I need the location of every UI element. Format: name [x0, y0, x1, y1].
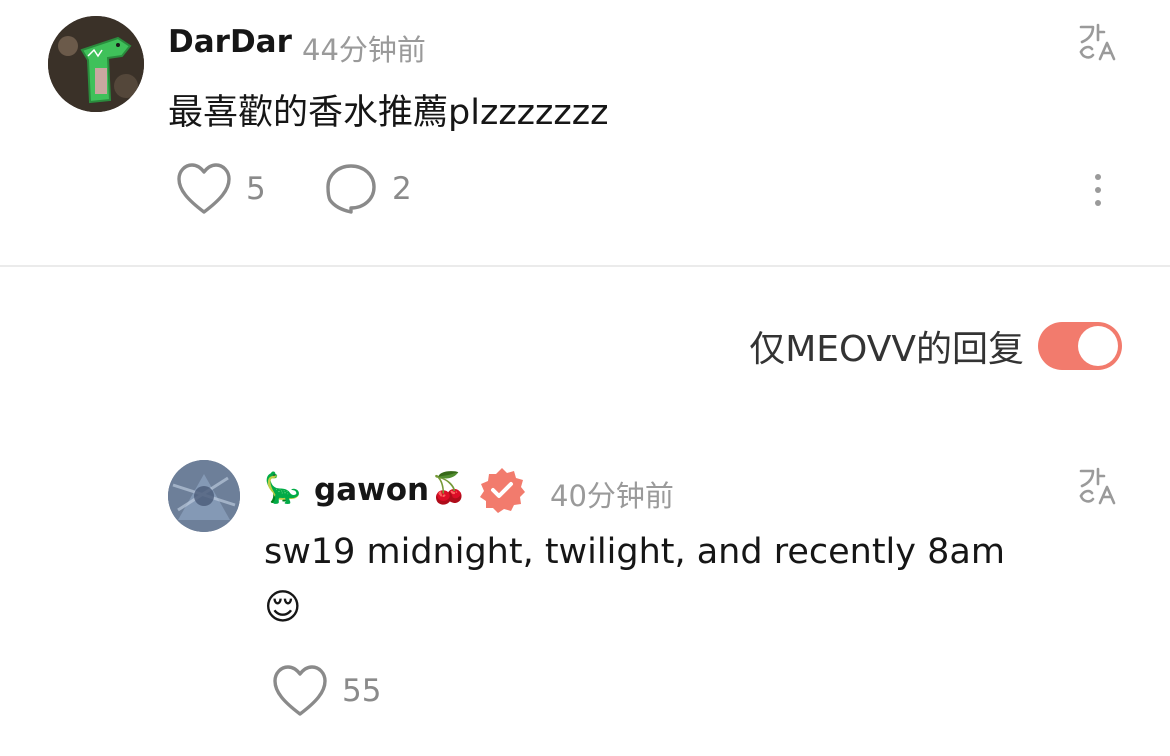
relieved-face-emoji: 😌 — [264, 587, 302, 628]
comment-timestamp: 44分钟前 — [302, 33, 426, 67]
translate-icon[interactable] — [1078, 22, 1118, 62]
reply-avatar[interactable] — [168, 460, 240, 532]
toggle-knob — [1078, 326, 1118, 366]
like-count: 5 — [246, 171, 266, 207]
comment-text: 最喜歡的香水推薦plzzzzzzz — [168, 93, 609, 133]
divider — [0, 265, 1170, 267]
comment-item: DarDar 44分钟前 最喜歡的香水推薦plzzzzzzz 5 2 — [0, 0, 1170, 266]
reply-count: 2 — [392, 171, 412, 207]
reply-avatar-image — [168, 460, 240, 532]
reply-like-button[interactable]: 55 — [272, 664, 381, 718]
reply-button[interactable]: 2 — [324, 162, 412, 216]
verified-badge-icon — [478, 466, 526, 514]
comment-username[interactable]: DarDar — [168, 24, 292, 60]
reply-username[interactable]: gawon — [314, 472, 429, 508]
reply-translate-icon[interactable] — [1078, 466, 1118, 506]
reply-text: sw19 midnight, twilight, and recently 8a… — [264, 532, 1005, 572]
comments-screen: DarDar 44分钟前 最喜歡的香水推薦plzzzzzzz 5 2 仅MEOV… — [0, 0, 1170, 756]
heart-icon — [273, 665, 327, 716]
heart-icon — [177, 163, 231, 214]
avatar-image — [48, 16, 144, 112]
reply-timestamp: 40分钟前 — [550, 479, 674, 513]
reply-like-count: 55 — [342, 673, 382, 709]
avatar[interactable] — [48, 16, 144, 112]
comment-bubble-icon — [326, 164, 376, 214]
filter-label: 仅MEOVV的回复 — [749, 329, 1024, 370]
artist-replies-toggle[interactable] — [1038, 322, 1122, 370]
like-button[interactable]: 5 — [176, 162, 266, 216]
cherry-emoji: 🍒 — [430, 471, 468, 506]
dinosaur-emoji: 🦕 — [264, 471, 302, 506]
more-vertical-icon[interactable] — [1088, 170, 1108, 210]
